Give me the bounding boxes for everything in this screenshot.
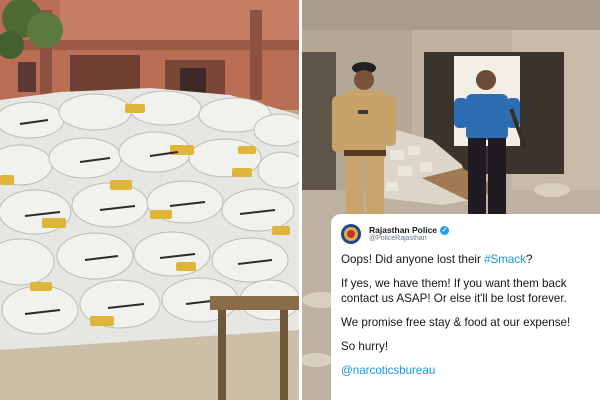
image-collage: Rajasthan Police ✓ @PoliceRajasthan Oops…	[0, 0, 600, 400]
mention-link[interactable]: @narcoticsbureau	[341, 363, 590, 378]
tweet-line-2: If yes, we have them! If you want them b…	[341, 277, 567, 305]
tweet-line-3: We promise free stay & food at our expen…	[341, 316, 571, 329]
tweet-card: Rajasthan Police ✓ @PoliceRajasthan Oops…	[331, 214, 600, 400]
tweet-line-4: So hurry!	[341, 340, 389, 353]
tweet-line-1-suffix: ?	[525, 253, 533, 266]
verified-badge-icon: ✓	[440, 225, 450, 235]
author-handle[interactable]: @PoliceRajasthan	[369, 235, 449, 242]
tweet-text: Oops! Did anyone lost their #Smack? If y…	[341, 252, 590, 378]
author-display-name[interactable]: Rajasthan Police	[369, 225, 437, 235]
tweet-line-1-prefix: Oops! Did anyone lost their	[341, 253, 485, 266]
seized-sacks-illustration	[0, 0, 299, 400]
tweet-line-1: Oops! Did anyone lost their #Smack?	[341, 252, 590, 267]
police-emblem-icon[interactable]	[341, 224, 361, 244]
tweet-header: Rajasthan Police ✓ @PoliceRajasthan	[341, 220, 590, 248]
seized-sacks-photo	[0, 0, 299, 400]
tweet-author: Rajasthan Police ✓ @PoliceRajasthan	[369, 225, 450, 242]
author-name-row: Rajasthan Police ✓	[369, 225, 450, 235]
hashtag-link[interactable]: #Smack	[484, 253, 526, 266]
